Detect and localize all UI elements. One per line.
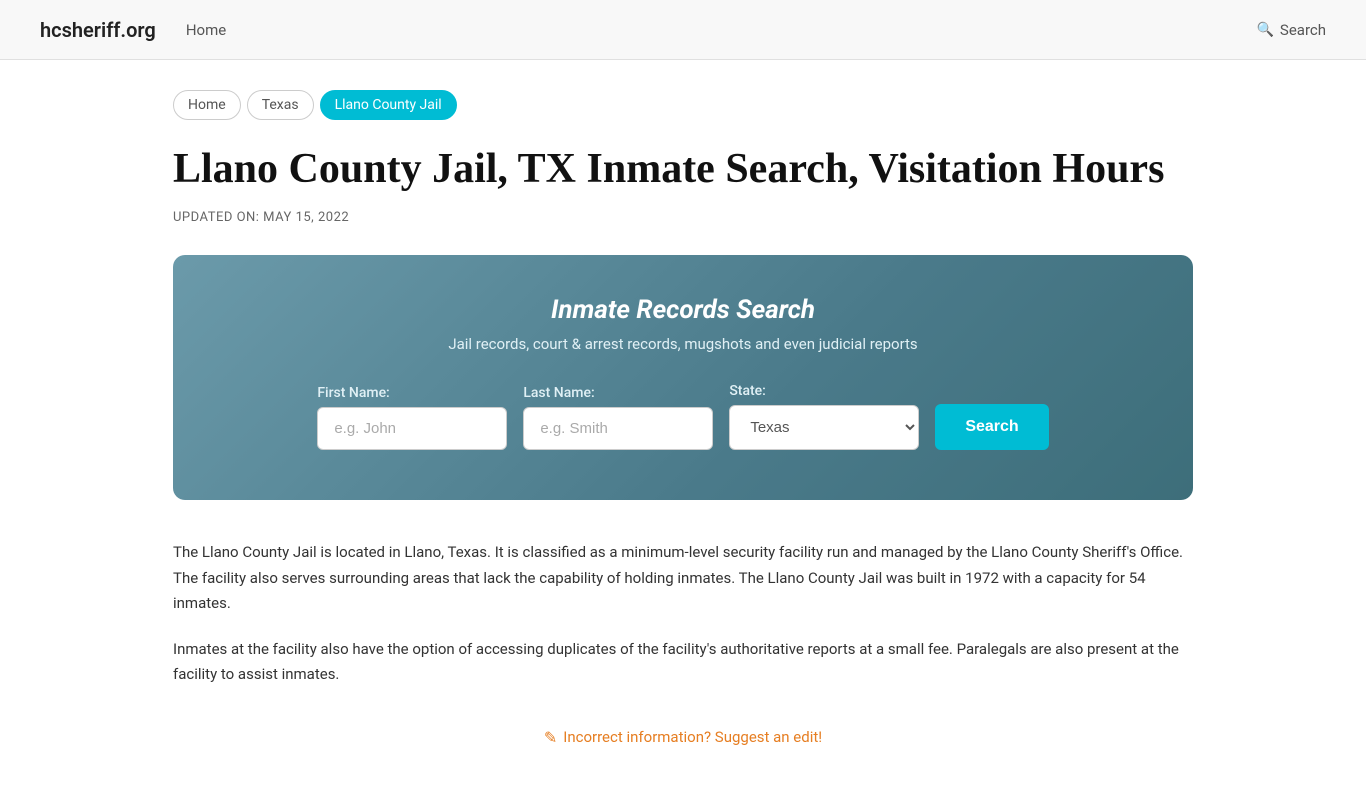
navbar-nav: Home xyxy=(186,21,1257,39)
suggest-edit-link[interactable]: ✎ Incorrect information? Suggest an edit… xyxy=(544,728,822,747)
first-name-group: First Name: xyxy=(317,385,507,450)
state-select[interactable]: Texas Alabama Alaska Arizona Arkansas Ca… xyxy=(729,405,919,450)
search-card-title: Inmate Records Search xyxy=(233,295,1133,325)
last-name-label: Last Name: xyxy=(523,385,594,401)
page-title: Llano County Jail, TX Inmate Search, Vis… xyxy=(173,144,1193,194)
breadcrumb-llano-county-jail[interactable]: Llano County Jail xyxy=(320,90,457,120)
suggest-edit-section: ✎ Incorrect information? Suggest an edit… xyxy=(173,728,1193,747)
navbar: hcsheriff.org Home 🔍 Search xyxy=(0,0,1366,60)
navbar-brand[interactable]: hcsheriff.org xyxy=(40,18,156,42)
breadcrumb: Home Texas Llano County Jail xyxy=(173,90,1193,120)
breadcrumb-home[interactable]: Home xyxy=(173,90,241,120)
body-paragraph-1: The Llano County Jail is located in Llan… xyxy=(173,540,1193,617)
search-icon: 🔍 xyxy=(1256,22,1273,38)
main-content: Home Texas Llano County Jail Llano Count… xyxy=(133,60,1233,807)
navbar-search[interactable]: 🔍 Search xyxy=(1256,21,1326,39)
search-card: Inmate Records Search Jail records, cour… xyxy=(173,255,1193,500)
suggest-edit-label: Incorrect information? Suggest an edit! xyxy=(563,728,822,746)
first-name-input[interactable] xyxy=(317,407,507,450)
search-form: First Name: Last Name: State: Texas Alab… xyxy=(233,383,1133,450)
last-name-group: Last Name: xyxy=(523,385,713,450)
pencil-icon: ✎ xyxy=(544,728,557,747)
state-label: State: xyxy=(729,383,766,399)
updated-date: UPDATED ON: MAY 15, 2022 xyxy=(173,210,1193,225)
breadcrumb-texas[interactable]: Texas xyxy=(247,90,314,120)
last-name-input[interactable] xyxy=(523,407,713,450)
body-paragraph-2: Inmates at the facility also have the op… xyxy=(173,637,1193,688)
nav-home-link[interactable]: Home xyxy=(186,21,226,39)
first-name-label: First Name: xyxy=(317,385,389,401)
search-card-subtitle: Jail records, court & arrest records, mu… xyxy=(233,335,1133,353)
search-button[interactable]: Search xyxy=(935,404,1048,450)
state-group: State: Texas Alabama Alaska Arizona Arka… xyxy=(729,383,919,450)
navbar-search-label[interactable]: Search xyxy=(1280,21,1326,39)
